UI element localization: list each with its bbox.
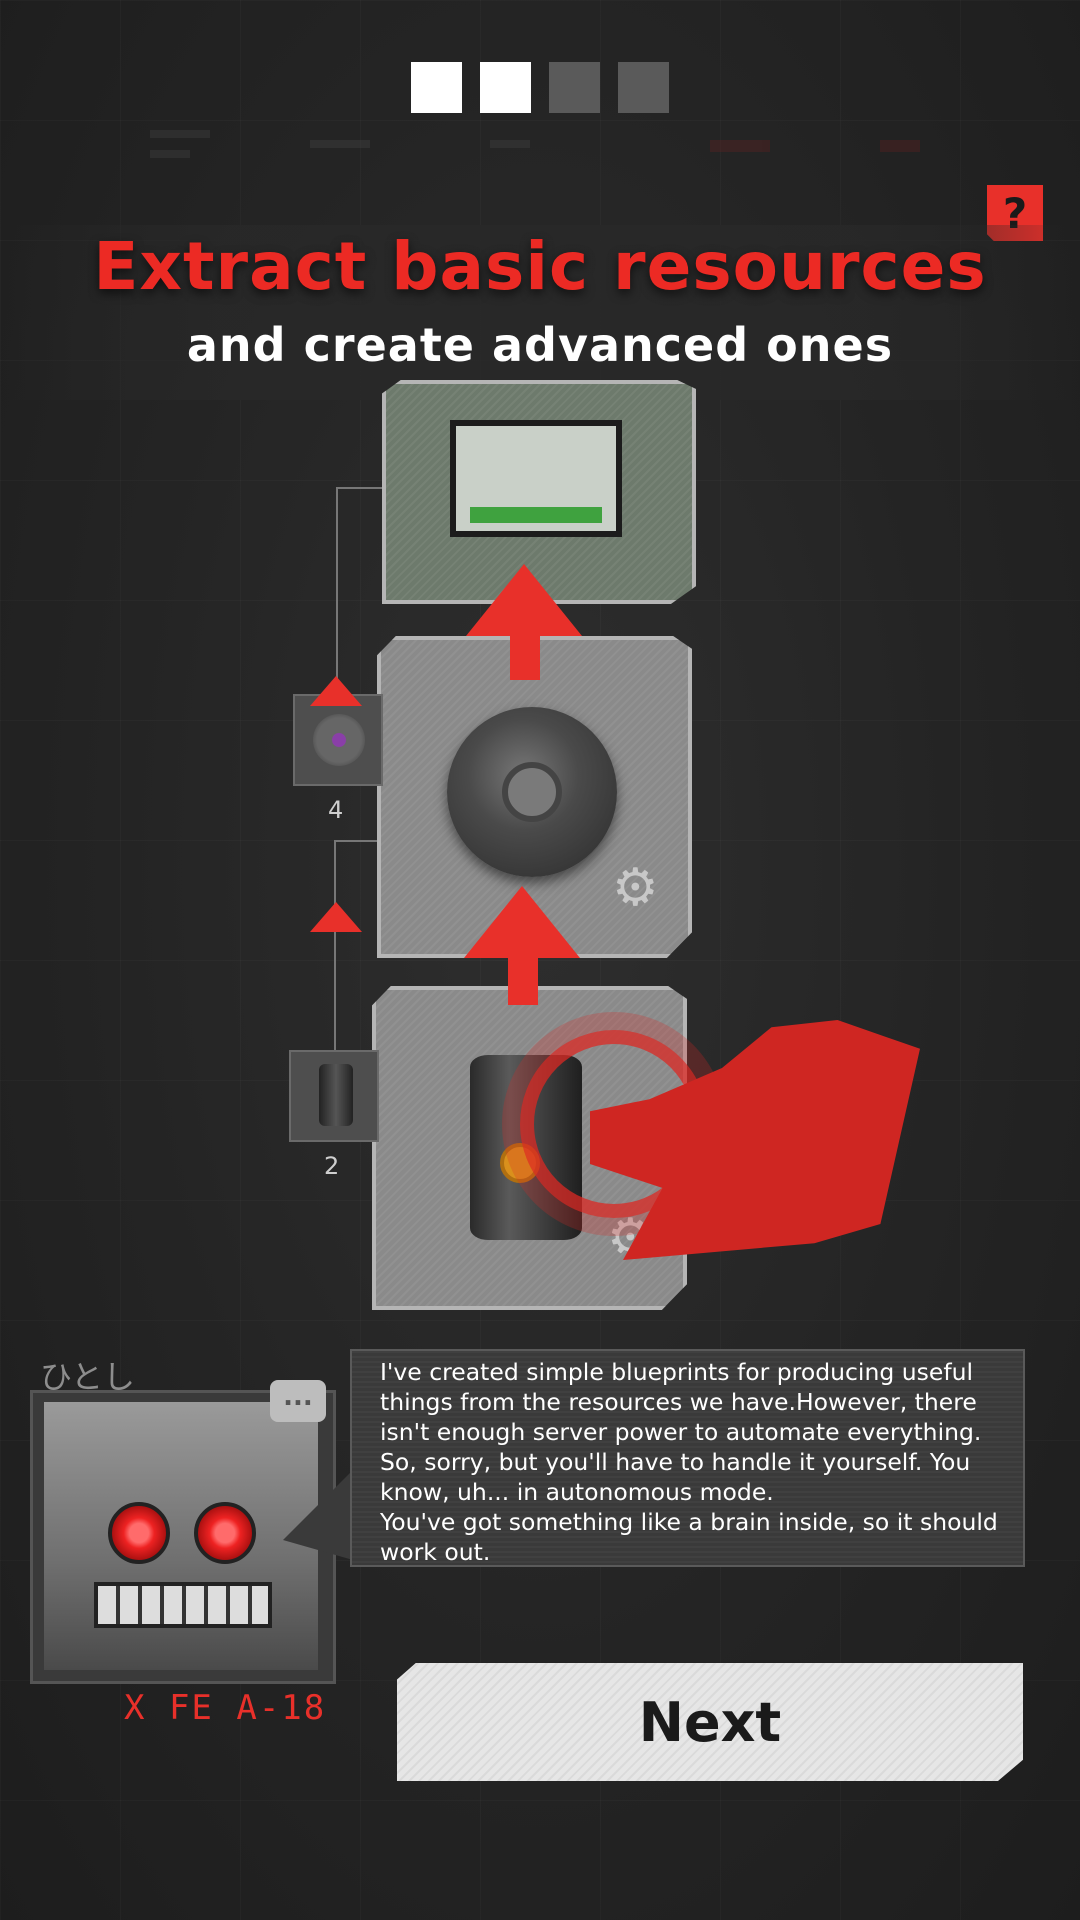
- disk-inventory-tile[interactable]: [293, 694, 383, 786]
- dialog-text: I've created simple blueprints for produ…: [380, 1358, 998, 1566]
- barrel-count: 2: [324, 1152, 340, 1180]
- vinyl-disk-icon: [447, 707, 617, 877]
- page-dot-2: [480, 62, 531, 113]
- page-dot-1: [411, 62, 462, 113]
- page-indicator: [411, 62, 669, 113]
- page-dot-4: [618, 62, 669, 113]
- tutorial-subtitle: and create advanced ones: [186, 318, 894, 372]
- dialog-pointer: [283, 1470, 353, 1560]
- speaker-tag: X FE A-18: [124, 1688, 327, 1728]
- barrel-inventory-tile[interactable]: [289, 1050, 379, 1142]
- speaker-portrait: [44, 1402, 318, 1670]
- upgrade-arrow-icon: [466, 564, 582, 636]
- tutorial-title: Extract basic resources: [93, 228, 987, 305]
- chat-bubble-icon: ...: [270, 1380, 326, 1422]
- dialog-box: I've created simple blueprints for produ…: [350, 1349, 1025, 1567]
- page-dot-3: [549, 62, 600, 113]
- disk-count: 4: [328, 796, 344, 824]
- gear-icon: ⚙: [612, 858, 659, 918]
- upgrade-arrow-icon: [464, 886, 580, 958]
- floppy-disk-icon: [450, 420, 622, 537]
- small-arrow-icon: [310, 676, 362, 706]
- next-button[interactable]: Next: [397, 1663, 1023, 1781]
- small-arrow-icon: [310, 902, 362, 932]
- upgrade-arrow-shaft: [508, 950, 538, 1005]
